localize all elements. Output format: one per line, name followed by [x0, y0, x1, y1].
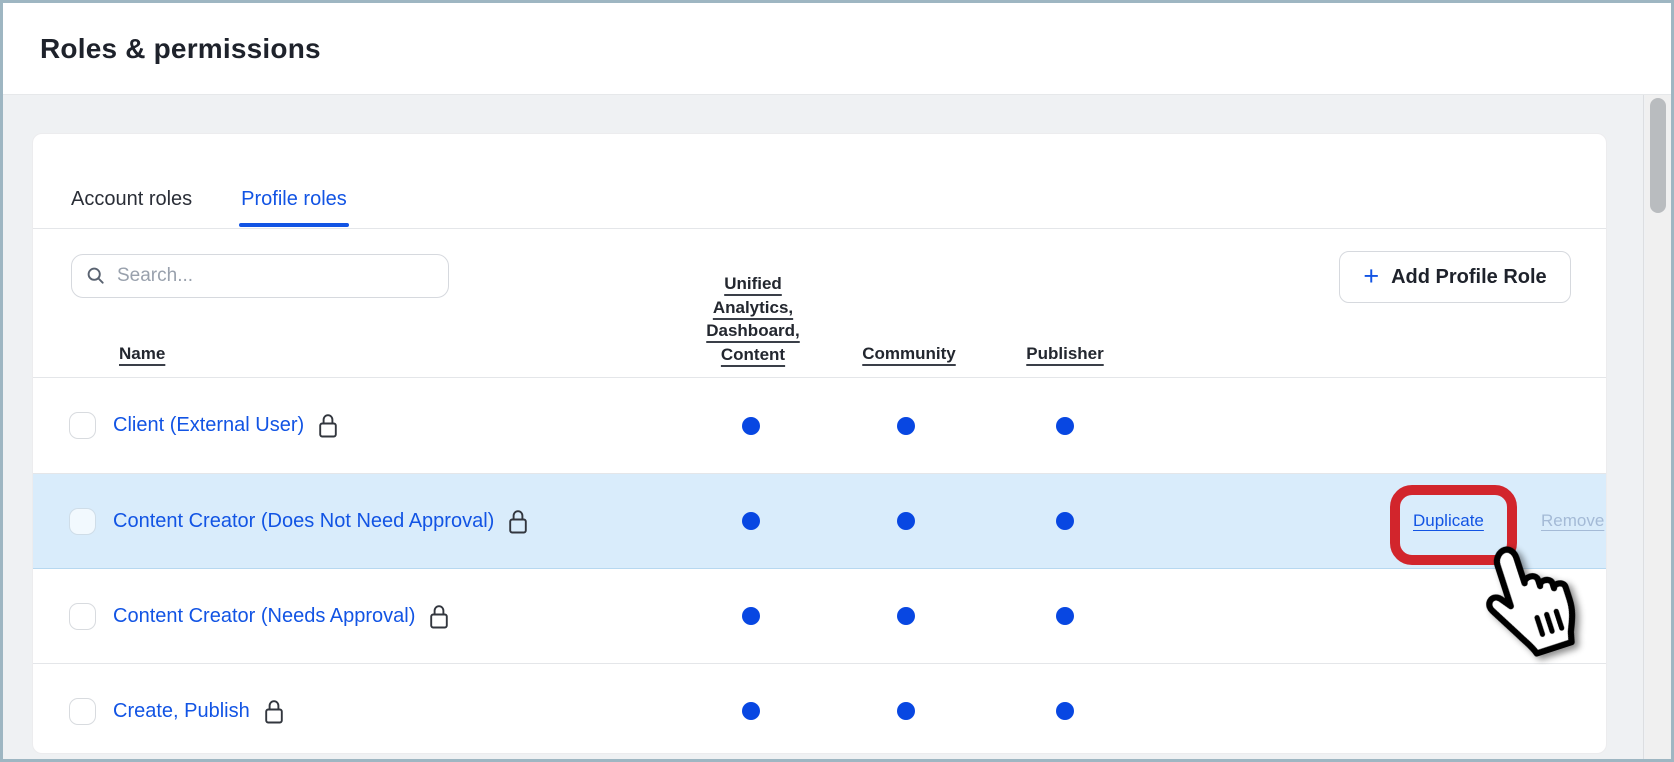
row-checkbox[interactable] [69, 508, 96, 535]
page-body: Account roles Profile roles + Add Profil… [3, 95, 1671, 759]
scrollbar-divider [1643, 95, 1644, 759]
lock-icon [507, 508, 529, 535]
permission-dot-community [897, 417, 915, 435]
permission-dot-publisher [1056, 512, 1074, 530]
remove-link[interactable]: Remove [1541, 511, 1604, 531]
table-row-create-publish: Create, Publish [33, 663, 1606, 754]
unified-line: Dashboard, [706, 319, 800, 343]
tab-account-roles[interactable]: Account roles [69, 188, 194, 228]
permission-dot-publisher [1056, 607, 1074, 625]
row-checkbox[interactable] [69, 698, 96, 725]
permission-dot-community [897, 607, 915, 625]
permission-dot-community [897, 512, 915, 530]
search-input[interactable] [117, 265, 434, 287]
table-row-content-creator-no-approval: Content Creator (Does Not Need Approval)… [33, 473, 1606, 568]
column-header-name: Name [119, 344, 165, 364]
add-profile-role-label: Add Profile Role [1391, 266, 1547, 289]
column-header-publisher: Publisher [1026, 344, 1103, 364]
tab-profile-roles[interactable]: Profile roles [239, 188, 349, 228]
tab-bar: Account roles Profile roles [33, 134, 1606, 229]
scrollbar-thumb[interactable] [1650, 98, 1666, 213]
unified-line: Content [706, 343, 800, 367]
permission-dot-unified [742, 607, 760, 625]
role-name-link[interactable]: Content Creator (Does Not Need Approval) [113, 510, 494, 533]
lock-icon [263, 698, 285, 725]
roles-table-body: Client (External User) Content Creator (… [33, 378, 1606, 754]
permission-dot-publisher [1056, 702, 1074, 720]
permission-dot-unified [742, 702, 760, 720]
unified-line: Analytics, [706, 296, 800, 320]
scrollbar-track[interactable] [1645, 95, 1671, 759]
app-window: Roles & permissions Account roles Profil… [0, 0, 1674, 762]
permission-dot-publisher [1056, 417, 1074, 435]
page-title: Roles & permissions [40, 33, 321, 65]
page-header: Roles & permissions [3, 3, 1671, 95]
row-actions: Duplicate Remove [1393, 474, 1606, 568]
add-profile-role-button[interactable]: + Add Profile Role [1339, 251, 1571, 303]
plus-icon: + [1363, 263, 1379, 290]
role-name-link[interactable]: Content Creator (Needs Approval) [113, 605, 415, 628]
permission-dot-unified [742, 512, 760, 530]
permission-dot-unified [742, 417, 760, 435]
table-row-client-external-user: Client (External User) [33, 378, 1606, 473]
column-header-unified-analytics: Unified Analytics, Dashboard, Content [706, 272, 800, 366]
row-checkbox[interactable] [69, 603, 96, 630]
column-header-community: Community [862, 344, 956, 364]
search-icon [86, 266, 106, 286]
permission-dot-community [897, 702, 915, 720]
unified-line: Unified [706, 272, 800, 296]
role-name-link[interactable]: Client (External User) [113, 414, 304, 437]
search-box[interactable] [71, 254, 449, 298]
roles-card: Account roles Profile roles + Add Profil… [32, 133, 1607, 754]
lock-icon [317, 412, 339, 439]
role-name-link[interactable]: Create, Publish [113, 700, 250, 723]
duplicate-link[interactable]: Duplicate [1413, 511, 1484, 531]
lock-icon [428, 603, 450, 630]
table-row-content-creator-needs-approval: Content Creator (Needs Approval) [33, 568, 1606, 663]
row-checkbox[interactable] [69, 412, 96, 439]
table-header: + Add Profile Role Name Unified Analytic… [33, 229, 1606, 378]
